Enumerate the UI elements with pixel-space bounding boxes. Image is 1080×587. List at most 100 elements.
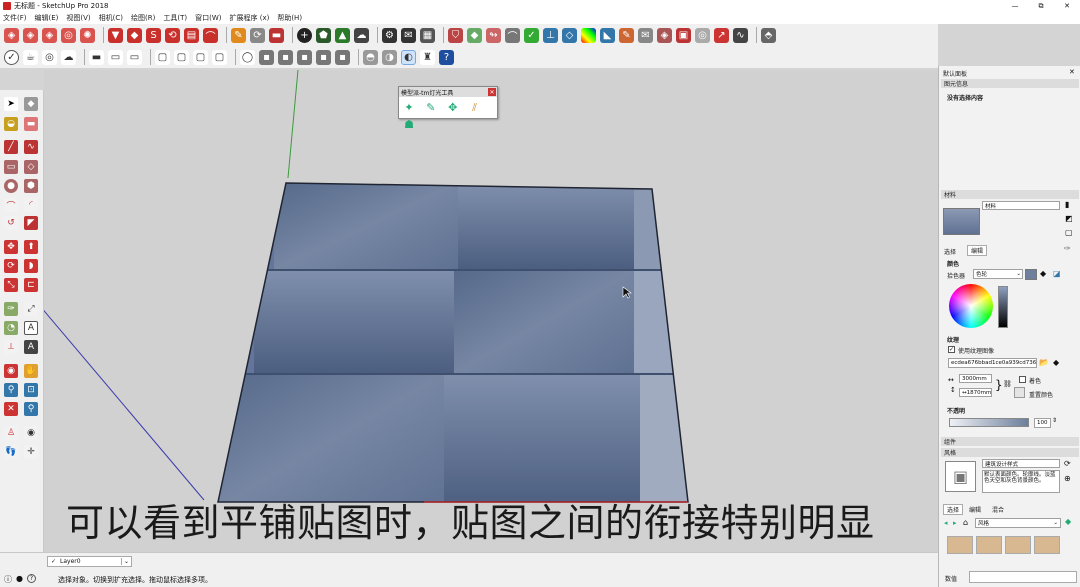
style-thumb[interactable] (947, 536, 973, 554)
tool-icon[interactable]: ✓ (524, 27, 539, 43)
cloud-icon[interactable]: ☁ (61, 49, 76, 65)
tape-measure-icon[interactable]: ✑ (4, 302, 18, 316)
browse-folder-icon[interactable]: 📂 (1039, 358, 1049, 367)
match-screen-icon[interactable]: ◪ (1053, 269, 1061, 278)
layer-selector[interactable]: ✓ Layer0 ⌄ (47, 556, 132, 567)
update-style-icon[interactable]: ⟳ (1064, 459, 1071, 468)
colorize-checkbox[interactable] (1019, 376, 1026, 383)
close-icon[interactable]: ✕ (488, 88, 496, 96)
tool-icon[interactable]: ◎ (42, 49, 57, 65)
material-name-field[interactable]: 材料 (982, 201, 1060, 210)
red-tool-icon[interactable]: ◆ (127, 27, 142, 43)
components-header[interactable]: 组件 (941, 437, 1079, 446)
zoom-extents-icon[interactable]: ✕ (4, 402, 18, 416)
tab-select[interactable]: 选择 (944, 247, 956, 256)
style-icon[interactable]: ▪ (259, 49, 274, 65)
cube-icon[interactable]: ▣ (676, 27, 691, 43)
menu-extensions[interactable]: 扩展程序 (x) (229, 13, 269, 23)
styles-dropdown[interactable]: 风格 ⌄ (975, 518, 1061, 528)
entity-info-header[interactable]: 图元信息 (941, 79, 1079, 88)
edit-texture-icon[interactable]: ◆ (1053, 358, 1059, 367)
teapot-icon[interactable]: ☕ (23, 49, 38, 65)
style-icon[interactable]: ▪ (316, 49, 331, 65)
tool-icon[interactable]: ⬘ (761, 27, 776, 43)
lamp-icon[interactable]: ✎ (424, 100, 438, 114)
spotlight-icon[interactable]: ✦ (402, 100, 416, 114)
style-icon[interactable]: ▪ (297, 49, 312, 65)
details-icon[interactable]: ◆ (1065, 517, 1071, 526)
look-around-icon[interactable]: ◉ (24, 426, 38, 440)
menu-window[interactable]: 窗口(W) (195, 13, 221, 23)
menu-tools[interactable]: 工具(T) (163, 13, 187, 23)
geo-location-icon[interactable]: ⓘ (4, 574, 12, 585)
dimension-icon[interactable]: ⤢ (24, 302, 38, 316)
tool-icon[interactable]: ✎ (231, 27, 246, 43)
styles-tab-edit[interactable]: 编辑 (969, 505, 981, 514)
red-tool-icon[interactable]: S (146, 27, 161, 43)
credits-icon[interactable]: ● (16, 574, 23, 583)
style-description[interactable]: 默认表面颜色。轮廓线。淡蓝色天空和灰色背景颜色。 (982, 470, 1060, 493)
create-material-icon[interactable]: ◩ (1065, 214, 1073, 223)
shape-tool-icon[interactable]: ◎ (61, 27, 76, 43)
shape-tool-icon[interactable]: ◈ (4, 27, 19, 43)
style-icon[interactable]: ▪ (335, 49, 350, 65)
walk-feet-icon[interactable]: 👣 (4, 445, 18, 459)
tool-icon[interactable]: ▭ (127, 49, 142, 65)
styles-tab-select[interactable]: 选择 (943, 504, 964, 515)
shield-icon[interactable]: ⬟ (316, 27, 331, 43)
reset-color-label[interactable]: 重置颜色 (1029, 390, 1053, 399)
drawing-viewport[interactable] (44, 70, 938, 552)
tool-icon[interactable]: ♜ (420, 49, 435, 65)
zoom-icon[interactable]: ⚲ (4, 383, 18, 397)
tool-icon[interactable]: ▬ (269, 27, 284, 43)
grid-icon[interactable]: ▦ (420, 27, 435, 43)
mail-icon[interactable]: ✉ (401, 27, 416, 43)
menu-view[interactable]: 视图(V) (66, 13, 90, 23)
menu-file[interactable]: 文件(F) (3, 13, 27, 23)
tree-icon[interactable]: ▲ (335, 27, 350, 43)
help-icon[interactable]: ? (27, 574, 36, 583)
gear-icon[interactable]: ⚙ (382, 27, 397, 43)
freehand-icon[interactable]: ∿ (24, 140, 38, 154)
match-color-icon[interactable]: ◆ (1040, 269, 1046, 278)
window-icon[interactable]: ▢ (212, 49, 227, 65)
tool-icon[interactable]: ◣ (600, 27, 615, 43)
pie-icon[interactable]: ◤ (24, 216, 38, 230)
tool-icon[interactable]: ◎ (695, 27, 710, 43)
pan-icon[interactable]: ✋ (24, 364, 38, 378)
style-thumb[interactable] (976, 536, 1002, 554)
protractor-icon[interactable]: ◔ (4, 321, 18, 335)
active-tool-icon[interactable]: ◐ (401, 49, 416, 65)
shape-tool-icon[interactable]: ◈ (23, 27, 38, 43)
home-icon[interactable]: ⌂ (963, 518, 968, 527)
opacity-field[interactable]: 100 (1034, 418, 1051, 428)
walk-icon[interactable]: ⚲ (24, 402, 38, 416)
scale-icon[interactable]: ⤡ (4, 278, 18, 292)
style-name-field[interactable]: 建筑设计样式 (982, 459, 1060, 468)
refresh-icon[interactable]: ⟳ (250, 27, 265, 43)
arc-icon[interactable]: ↺ (4, 216, 18, 230)
axes-icon[interactable]: ⟂ (4, 340, 18, 354)
tab-edit[interactable]: 编辑 (967, 245, 988, 256)
tool-icon[interactable]: ◑ (382, 49, 397, 65)
style-thumbnail[interactable]: ▣ (945, 461, 976, 492)
material-icon[interactable]: ▮ (1065, 200, 1069, 209)
section-plane-icon[interactable]: ✛ (24, 445, 38, 459)
circle-icon[interactable]: ● (4, 179, 18, 193)
reset-color-swatch[interactable] (1014, 387, 1025, 398)
move-icon[interactable]: ✥ (4, 240, 18, 254)
tool-icon[interactable]: ◇ (562, 27, 577, 43)
rotate-icon[interactable]: ⟳ (4, 259, 18, 273)
close-icon[interactable]: ✕ (1054, 2, 1080, 11)
shape-tool-icon[interactable]: ◈ (42, 27, 57, 43)
tool-icon[interactable]: ◆ (467, 27, 482, 43)
light-strip-icon[interactable]: ⫽ (468, 101, 482, 115)
eraser-icon[interactable]: ▬ (24, 117, 38, 131)
styles-tab-mix[interactable]: 混合 (992, 505, 1004, 514)
materials-header[interactable]: 材料 (941, 190, 1079, 199)
texture-height-field[interactable]: ↔ 1870mm (959, 388, 992, 397)
rectangle-icon[interactable]: ▭ (4, 160, 18, 174)
add-icon[interactable]: + (297, 27, 312, 43)
paint-bucket-icon[interactable]: ◒ (4, 117, 18, 131)
red-tool-icon[interactable]: ▤ (184, 27, 199, 43)
